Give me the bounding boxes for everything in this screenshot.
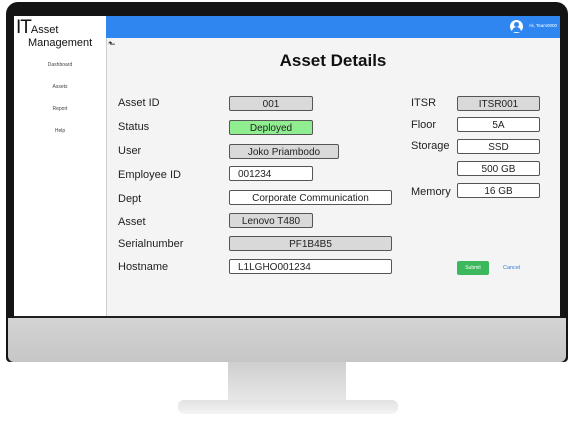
logo-word-asset: Asset [30,24,59,36]
storage-type-field[interactable]: SSD [457,139,540,154]
user-greeting[interactable]: Hi, Team0000 [529,23,557,28]
asset-label: Asset [118,216,146,228]
storage-label: Storage [411,140,450,152]
sidebar-item-help[interactable]: Help [14,126,106,148]
sidebar-item-report[interactable]: Report [14,104,106,126]
app-logo: ITAsset Management [16,18,106,49]
logo-prefix: IT [16,17,32,38]
asset-field[interactable]: Lenovo T480 [229,213,313,228]
page-title: Asset Details [279,51,387,70]
itsr-label: ITSR [411,97,437,109]
user-field[interactable]: Joko Priambodo [229,144,339,159]
monitor-stand-base [178,400,398,414]
hostname-field[interactable]: L1LGHO001234 [229,259,392,274]
asset-id-label: Asset ID [118,97,160,109]
employee-id-label: Employee ID [118,169,181,181]
memory-field[interactable]: 16 GB [457,183,540,198]
monitor-chin [8,318,566,362]
sidebar-nav: Dashboard Assets Report Help [14,60,106,148]
user-label: User [118,145,142,157]
serialnumber-label: Serialnumber [118,238,184,250]
screen: ITAsset Management Dashboard Assets Repo… [14,16,560,316]
submit-button[interactable]: Submit [457,261,489,275]
storage-size-field[interactable]: 500 GB [457,161,540,176]
screen-bottom-edge [14,316,560,318]
dept-field[interactable]: Corporate Communication [229,190,392,205]
back-arrow-icon[interactable]: ⬑ [108,39,116,50]
logo-word-management: Management [28,37,93,49]
employee-id-field[interactable]: 001234 [229,166,313,181]
asset-id-field[interactable]: 001 [229,96,313,111]
memory-label: Memory [411,186,451,198]
status-label: Status [118,121,150,133]
sidebar-item-dashboard[interactable]: Dashboard [14,60,106,82]
sidebar: ITAsset Management Dashboard Assets Repo… [14,16,107,316]
itsr-field[interactable]: ITSR001 [457,96,540,111]
floor-label: Floor [411,119,437,131]
hostname-label: Hostname [118,261,169,273]
user-avatar-icon[interactable] [510,20,523,33]
status-field[interactable]: Deployed [229,120,313,135]
dept-label: Dept [118,193,142,205]
floor-field[interactable]: 5A [457,117,540,132]
serialnumber-field[interactable]: PF1B4B5 [229,236,392,251]
monitor-stand-neck [228,362,346,404]
sidebar-item-assets[interactable]: Assets [14,82,106,104]
top-bar: Hi, Team0000 [106,16,560,38]
cancel-button[interactable]: Cancel [503,261,520,275]
